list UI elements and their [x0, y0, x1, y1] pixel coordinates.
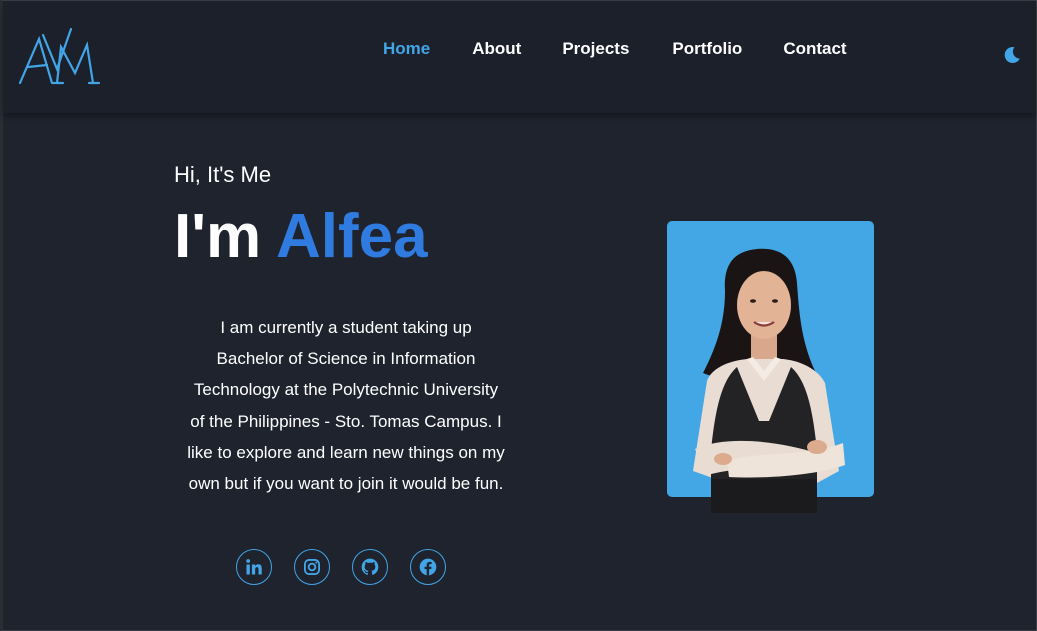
github-link[interactable] — [352, 549, 388, 585]
hero-heading: I'm Alfea — [174, 199, 428, 275]
navbar: Home About Projects Portfolio Contact — [3, 1, 1036, 113]
facebook-icon — [419, 558, 437, 576]
hero-bio: I am currently a student taking up Bache… — [187, 318, 505, 494]
main-nav: Home About Projects Portfolio Contact — [383, 39, 847, 59]
nav-link-portfolio[interactable]: Portfolio — [672, 39, 742, 59]
nav-link-about[interactable]: About — [472, 39, 521, 59]
profile-photo — [667, 221, 874, 513]
linkedin-icon — [246, 559, 262, 575]
hero-greeting: Hi, It's Me — [174, 162, 272, 187]
site-logo[interactable] — [17, 25, 101, 93]
browser-viewport: Home About Projects Portfolio Contact Hi… — [0, 0, 1037, 631]
nav-link-home[interactable]: Home — [383, 39, 430, 59]
instagram-link[interactable] — [294, 549, 330, 585]
portrait-illustration-icon — [693, 248, 845, 513]
github-icon — [361, 558, 379, 575]
moon-icon — [1004, 46, 1020, 63]
avm-logo-icon — [18, 27, 101, 85]
nav-link-contact[interactable]: Contact — [783, 39, 846, 59]
social-links — [236, 549, 446, 585]
theme-toggle-button[interactable] — [1002, 45, 1022, 65]
hero-name-prefix: I'm — [174, 202, 277, 271]
facebook-link[interactable] — [410, 549, 446, 585]
hero-name: Alfea — [276, 202, 428, 271]
linkedin-link[interactable] — [236, 549, 272, 585]
nav-link-projects[interactable]: Projects — [562, 39, 629, 59]
instagram-icon — [304, 559, 320, 575]
